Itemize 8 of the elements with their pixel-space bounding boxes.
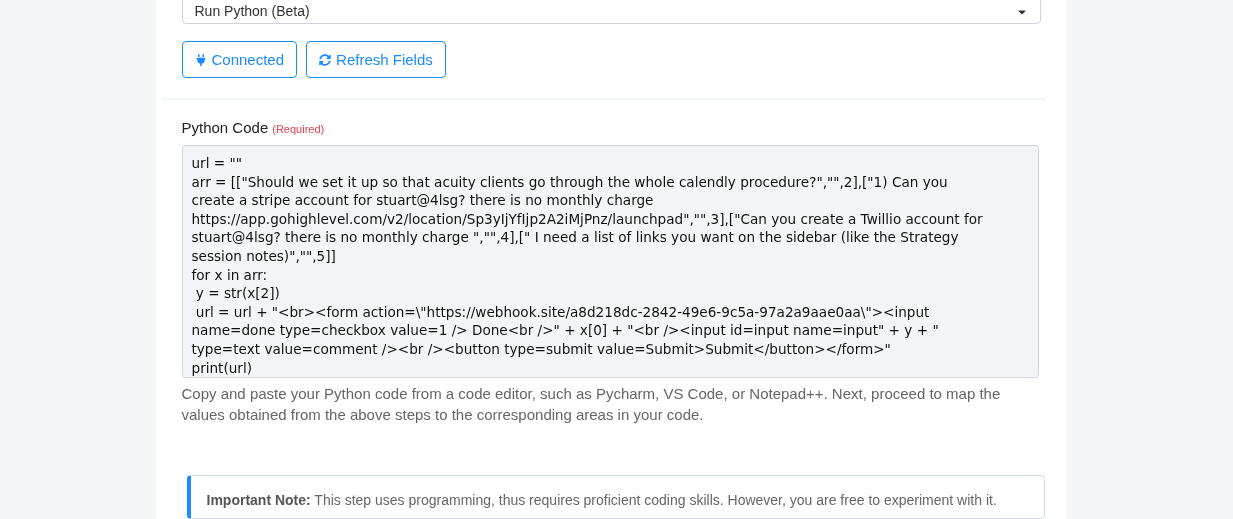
plug-icon [194, 53, 207, 66]
refresh-icon [319, 53, 332, 66]
code-input-field[interactable]: url = "" arr = [["Should we set it up so that acuity clients go through the whole calendly procedure?","",2],["1) Can you create a stripe account for stuart@4lsg? there is no monthly charge https://app.gohighlevel.com/v2/location/Sp3yIjYfIjp2A2iMjPnz/launchpad","",3],["Can you create a Twillio account for stuart@4lsg? there is no monthly charge ","",4],[" I need a list of links you want on the sidebar (like the Strategy session notes)","",5]] for x in arr: y = str(x[2]) url = url + "<br><form action=\"https://webhook.site/a8d218dc-2842-49e6-9c5a-97a2a9aae0aa\"><input name=done type=checkbox value=1 /> Done<br />" + x[0] + "<br /><input id=input name=input" + y + " type=text value=comment /><br /><button type=submit value=Submit>Submit</button></form>" print(url) [181, 145, 1039, 379]
note-text: Important Note: This step uses programming, thus requires proficient coding skills. However, you are free to experiment with it. [206, 491, 998, 511]
action-select[interactable]: Run Python (Beta) [181, 0, 1041, 25]
help-text: Copy and paste your Python code from a code editor, such as Pycharm, VS Code, or Notepad++. Next, proceed to map the values obtained from the above steps to the corresponding areas in your code. [181, 384, 1002, 426]
required-label: (Required) [272, 121, 325, 137]
field-label: Python Code [181, 117, 269, 138]
